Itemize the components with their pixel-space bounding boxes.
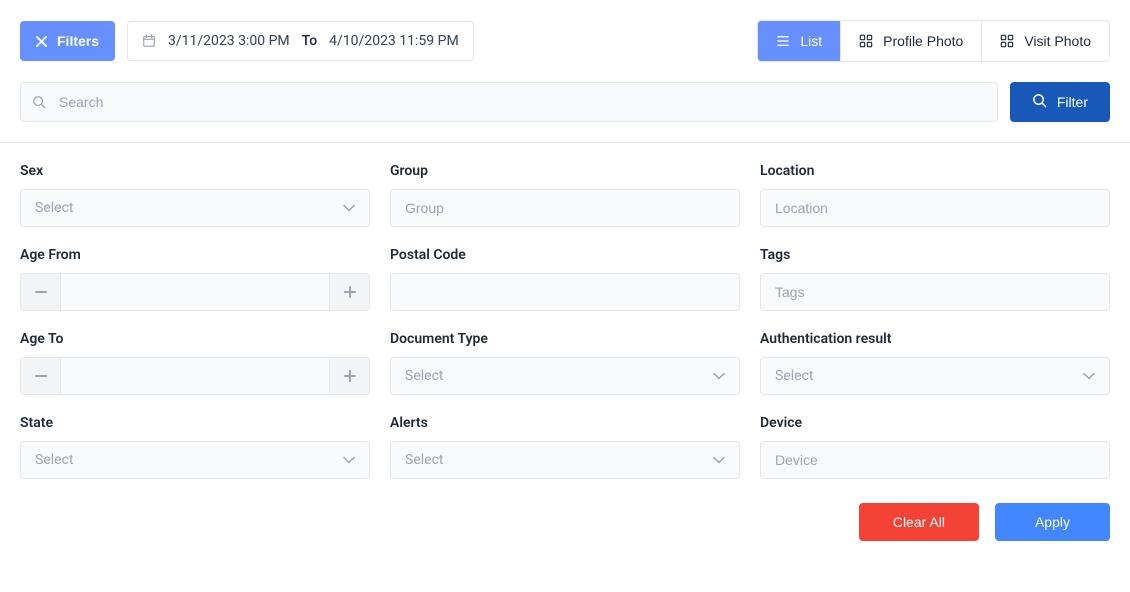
filter-button-label: Filter <box>1057 94 1088 110</box>
field-auth-result: Authentication result Select <box>760 331 1110 395</box>
field-location: Location <box>760 163 1110 227</box>
placeholder-sex: Select <box>35 200 73 216</box>
date-to-text: 4/10/2023 11:59 PM <box>329 33 459 49</box>
field-age-to: Age To <box>20 331 370 395</box>
field-group: Group <box>390 163 740 227</box>
placeholder-alerts: Select <box>405 452 443 468</box>
label-state: State <box>20 415 370 431</box>
grid-icon <box>1000 34 1014 48</box>
clear-all-button[interactable]: Clear All <box>859 503 979 541</box>
label-document-type: Document Type <box>390 331 740 347</box>
top-bar: Filters 3/11/2023 3:00 PM To 4/10/2023 1… <box>0 0 1130 82</box>
field-alerts: Alerts Select <box>390 415 740 479</box>
chevron-down-icon <box>713 456 725 464</box>
stepper-age-to <box>20 357 370 395</box>
label-age-from: Age From <box>20 247 370 263</box>
chevron-down-icon <box>343 204 355 212</box>
input-group[interactable] <box>390 189 740 227</box>
label-sex: Sex <box>20 163 370 179</box>
placeholder-auth-result: Select <box>775 368 813 384</box>
chevron-down-icon <box>343 456 355 464</box>
search-icon <box>1032 93 1047 111</box>
select-alerts[interactable]: Select <box>390 441 740 479</box>
label-postal-code: Postal Code <box>390 247 740 263</box>
placeholder-state: Select <box>35 452 73 468</box>
label-device: Device <box>760 415 1110 431</box>
field-device: Device <box>760 415 1110 479</box>
filters-button[interactable]: Filters <box>20 21 115 61</box>
input-tags[interactable] <box>760 273 1110 311</box>
age-from-plus-button[interactable] <box>329 274 369 310</box>
placeholder-document-type: Select <box>405 368 443 384</box>
select-sex[interactable]: Select <box>20 189 370 227</box>
filters-label: Filters <box>57 33 99 49</box>
view-profile-photo-label: Profile Photo <box>883 33 963 49</box>
top-right: List Profile Photo Visit Photo <box>757 20 1110 62</box>
label-auth-result: Authentication result <box>760 331 1110 347</box>
select-document-type[interactable]: Select <box>390 357 740 395</box>
age-to-minus-button[interactable] <box>21 358 61 394</box>
input-age-from[interactable] <box>61 274 329 310</box>
field-postal-code: Postal Code <box>390 247 740 311</box>
close-icon <box>36 36 47 47</box>
label-alerts: Alerts <box>390 415 740 431</box>
view-list-button[interactable]: List <box>758 21 841 61</box>
field-age-from: Age From <box>20 247 370 311</box>
field-document-type: Document Type Select <box>390 331 740 395</box>
select-state[interactable]: Select <box>20 441 370 479</box>
chevron-down-icon <box>1083 372 1095 380</box>
form-actions: Clear All Apply <box>20 503 1110 541</box>
search-input[interactable] <box>20 82 998 122</box>
field-tags: Tags <box>760 247 1110 311</box>
filter-button[interactable]: Filter <box>1010 82 1110 122</box>
filters-form: Sex Select Group Location Age From <box>0 143 1130 561</box>
label-tags: Tags <box>760 247 1110 263</box>
label-age-to: Age To <box>20 331 370 347</box>
field-sex: Sex Select <box>20 163 370 227</box>
age-to-plus-button[interactable] <box>329 358 369 394</box>
date-range-picker[interactable]: 3/11/2023 3:00 PM To 4/10/2023 11:59 PM <box>127 21 474 61</box>
input-age-to[interactable] <box>61 358 329 394</box>
view-profile-photo-button[interactable]: Profile Photo <box>841 21 982 61</box>
list-icon <box>776 35 790 47</box>
field-state: State Select <box>20 415 370 479</box>
input-device[interactable] <box>760 441 1110 479</box>
view-toggle: List Profile Photo Visit Photo <box>757 20 1110 62</box>
stepper-age-from <box>20 273 370 311</box>
input-postal-code[interactable] <box>390 273 740 311</box>
apply-button[interactable]: Apply <box>995 503 1110 541</box>
grid-icon <box>859 34 873 48</box>
label-location: Location <box>760 163 1110 179</box>
date-to-label: To <box>302 33 318 49</box>
label-group: Group <box>390 163 740 179</box>
search-row: Filter <box>0 82 1130 143</box>
search-icon <box>32 95 46 109</box>
select-auth-result[interactable]: Select <box>760 357 1110 395</box>
age-from-minus-button[interactable] <box>21 274 61 310</box>
view-visit-photo-label: Visit Photo <box>1024 33 1091 49</box>
input-location[interactable] <box>760 189 1110 227</box>
chevron-down-icon <box>713 372 725 380</box>
top-left: Filters 3/11/2023 3:00 PM To 4/10/2023 1… <box>20 21 474 61</box>
view-list-label: List <box>800 33 822 49</box>
form-grid: Sex Select Group Location Age From <box>20 163 1110 479</box>
search-wrapper <box>20 82 998 122</box>
calendar-icon <box>142 34 156 48</box>
view-visit-photo-button[interactable]: Visit Photo <box>982 21 1109 61</box>
date-from-text: 3/11/2023 3:00 PM <box>168 33 290 49</box>
